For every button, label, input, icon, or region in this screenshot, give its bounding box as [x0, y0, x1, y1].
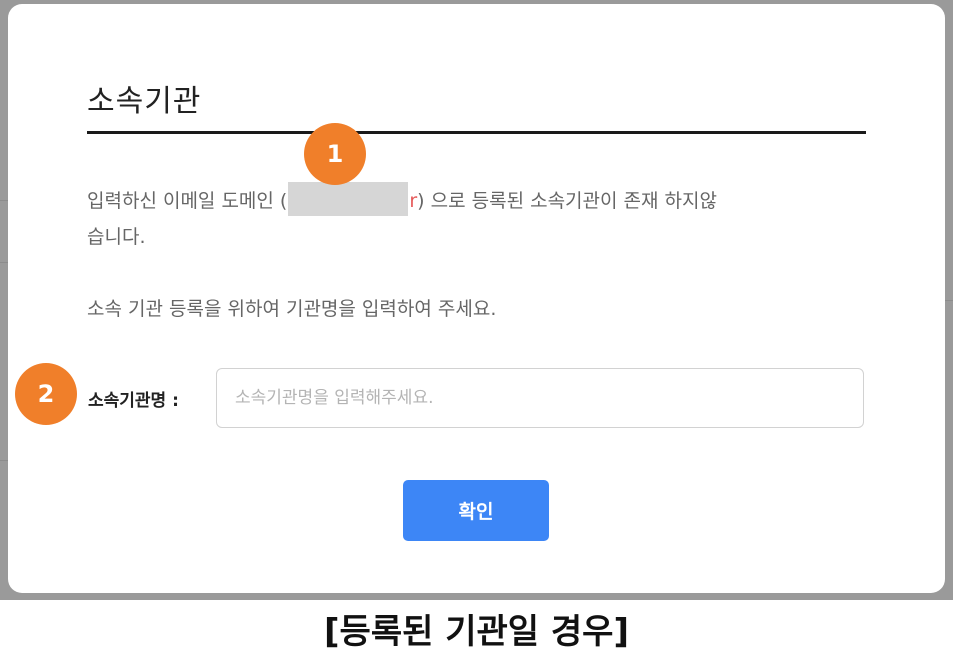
affiliation-name-input[interactable]	[216, 368, 864, 428]
background-divider	[0, 460, 8, 461]
annotation-badge-2: 2	[15, 363, 77, 425]
affiliation-dialog: 소속기관 입력하신 이메일 도메인 ( r) 으로 등록된 소속기관이 존재 하지…	[8, 4, 945, 593]
message-text-before: 입력하신 이메일 도메인 (	[87, 190, 288, 212]
title-divider	[87, 131, 866, 134]
domain-tail-char: r	[409, 190, 418, 212]
confirm-button[interactable]: 확인	[403, 480, 549, 541]
message-line-2: 습니다.	[87, 226, 146, 248]
annotation-badge-1: 1	[304, 123, 366, 185]
figure-caption: [등록된 기관일 경우]	[324, 612, 629, 652]
message-text-after: ) 으로 등록된 소속기관이 존재 하지않	[417, 190, 717, 212]
affiliation-name-label: 소속기관명 :	[88, 391, 179, 411]
background-divider	[0, 200, 8, 201]
redacted-domain	[288, 182, 409, 216]
background-divider	[945, 300, 953, 301]
background-divider	[0, 262, 8, 263]
dialog-title: 소속기관	[87, 84, 202, 119]
message-line-1: 입력하신 이메일 도메인 ( r) 으로 등록된 소속기관이 존재 하지않	[87, 182, 717, 216]
message-line-3: 소속 기관 등록을 위하여 기관명을 입력하여 주세요.	[87, 298, 497, 320]
